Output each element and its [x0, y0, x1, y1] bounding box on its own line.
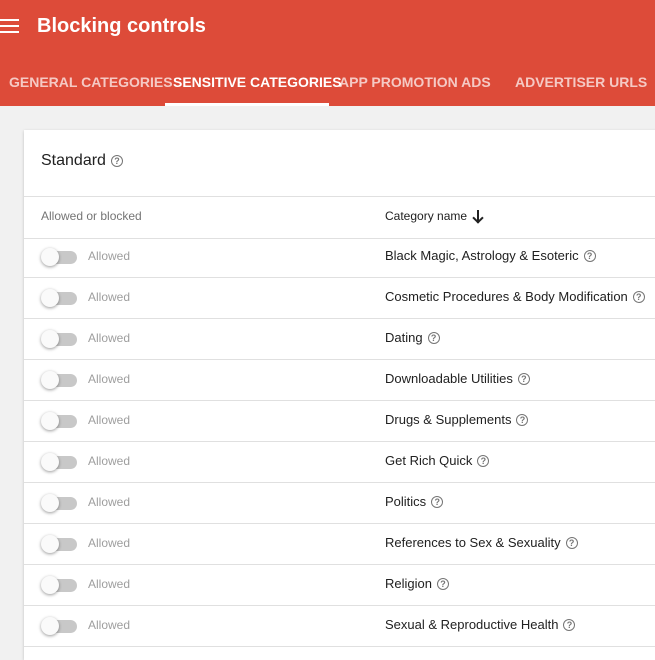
- category-name-text: Downloadable Utilities: [385, 371, 513, 386]
- status-label: Allowed: [88, 249, 131, 263]
- standard-card: Standard ? Allowed or blocked Category n…: [24, 130, 655, 660]
- column-header-allowed: Allowed or blocked: [41, 209, 142, 223]
- category-name-text: Cosmetic Procedures & Body Modification: [385, 289, 628, 304]
- top-bar: Blocking controls GENERAL CATEGORIES SEN…: [0, 0, 655, 106]
- allow-toggle[interactable]: [41, 248, 79, 266]
- status-label: Allowed: [88, 618, 131, 632]
- tab-advertiser-urls[interactable]: ADVERTISER URLS: [515, 58, 647, 106]
- card-title: Standard ?: [41, 152, 123, 170]
- category-name: Get Rich Quick?: [385, 453, 490, 468]
- help-icon[interactable]: ?: [565, 536, 578, 549]
- category-name-text: Black Magic, Astrology & Esoteric: [385, 248, 579, 263]
- hamburger-menu-icon[interactable]: [0, 19, 19, 33]
- help-icon[interactable]: ?: [517, 372, 530, 385]
- status-label: Allowed: [88, 495, 131, 509]
- table-row: Allowed Dating?: [24, 319, 655, 360]
- category-name-text: Religion: [385, 576, 432, 591]
- category-name-text: Politics: [385, 494, 427, 509]
- allow-toggle[interactable]: [41, 535, 79, 553]
- category-name: Downloadable Utilities?: [385, 371, 530, 386]
- help-icon[interactable]: ?: [477, 454, 490, 467]
- status-label: Allowed: [88, 577, 131, 591]
- table-header: Allowed or blocked Category name: [24, 196, 655, 239]
- help-icon[interactable]: ?: [583, 249, 596, 262]
- allow-toggle[interactable]: [41, 330, 79, 348]
- status-label: Allowed: [88, 454, 131, 468]
- allow-toggle[interactable]: [41, 371, 79, 389]
- status-label: Allowed: [88, 536, 131, 550]
- table-row: Allowed Sexual & Reproductive Health?: [24, 606, 655, 647]
- allow-toggle[interactable]: [41, 453, 79, 471]
- table-row: Allowed Get Rich Quick?: [24, 442, 655, 483]
- tab-sensitive-categories[interactable]: SENSITIVE CATEGORIES: [173, 58, 342, 106]
- table-row: Allowed Religion?: [24, 565, 655, 606]
- status-label: Allowed: [88, 290, 131, 304]
- active-tab-indicator: [165, 103, 329, 106]
- status-label: Allowed: [88, 331, 131, 345]
- category-name: References to Sex & Sexuality?: [385, 535, 578, 550]
- allow-toggle[interactable]: [41, 494, 79, 512]
- category-name: Dating?: [385, 330, 440, 345]
- category-name: Drugs & Supplements?: [385, 412, 529, 427]
- help-icon[interactable]: ?: [436, 577, 449, 590]
- table-row: Allowed References to Sex & Sexuality?: [24, 524, 655, 565]
- help-icon[interactable]: ?: [632, 290, 645, 303]
- allow-toggle[interactable]: [41, 617, 79, 635]
- allow-toggle[interactable]: [41, 576, 79, 594]
- table-row: Allowed Downloadable Utilities?: [24, 360, 655, 401]
- category-list: Allowed Black Magic, Astrology & Esoteri…: [24, 237, 655, 647]
- page-title: Blocking controls: [37, 15, 206, 37]
- help-icon[interactable]: ?: [563, 618, 576, 631]
- help-icon[interactable]: ?: [431, 495, 444, 508]
- category-name: Sexual & Reproductive Health?: [385, 617, 576, 632]
- help-icon[interactable]: ?: [110, 155, 123, 167]
- allow-toggle[interactable]: [41, 289, 79, 307]
- status-label: Allowed: [88, 413, 131, 427]
- status-label: Allowed: [88, 372, 131, 386]
- table-row: Allowed Black Magic, Astrology & Esoteri…: [24, 237, 655, 278]
- category-name: Black Magic, Astrology & Esoteric?: [385, 248, 596, 263]
- category-name-text: Drugs & Supplements: [385, 412, 512, 427]
- card-title-text: Standard: [41, 152, 106, 169]
- category-name-text: Get Rich Quick: [385, 453, 473, 468]
- allow-toggle[interactable]: [41, 412, 79, 430]
- category-name-text: Dating: [385, 330, 423, 345]
- category-name-text: References to Sex & Sexuality: [385, 535, 561, 550]
- category-name: Religion?: [385, 576, 449, 591]
- table-row: Allowed Drugs & Supplements?: [24, 401, 655, 442]
- sort-arrow-down-icon[interactable]: [472, 210, 484, 224]
- category-name-text: Sexual & Reproductive Health: [385, 617, 559, 632]
- table-row: Allowed Cosmetic Procedures & Body Modif…: [24, 278, 655, 319]
- category-name: Cosmetic Procedures & Body Modification?: [385, 289, 645, 304]
- tab-app-promotion-ads[interactable]: APP PROMOTION ADS: [339, 58, 491, 106]
- tab-general-categories[interactable]: GENERAL CATEGORIES: [9, 58, 173, 106]
- help-icon[interactable]: ?: [516, 413, 529, 426]
- table-row: Allowed Politics?: [24, 483, 655, 524]
- column-header-category-label: Category name: [385, 209, 468, 223]
- category-name: Politics?: [385, 494, 444, 509]
- help-icon[interactable]: ?: [427, 331, 440, 344]
- column-header-category[interactable]: Category name: [385, 209, 484, 224]
